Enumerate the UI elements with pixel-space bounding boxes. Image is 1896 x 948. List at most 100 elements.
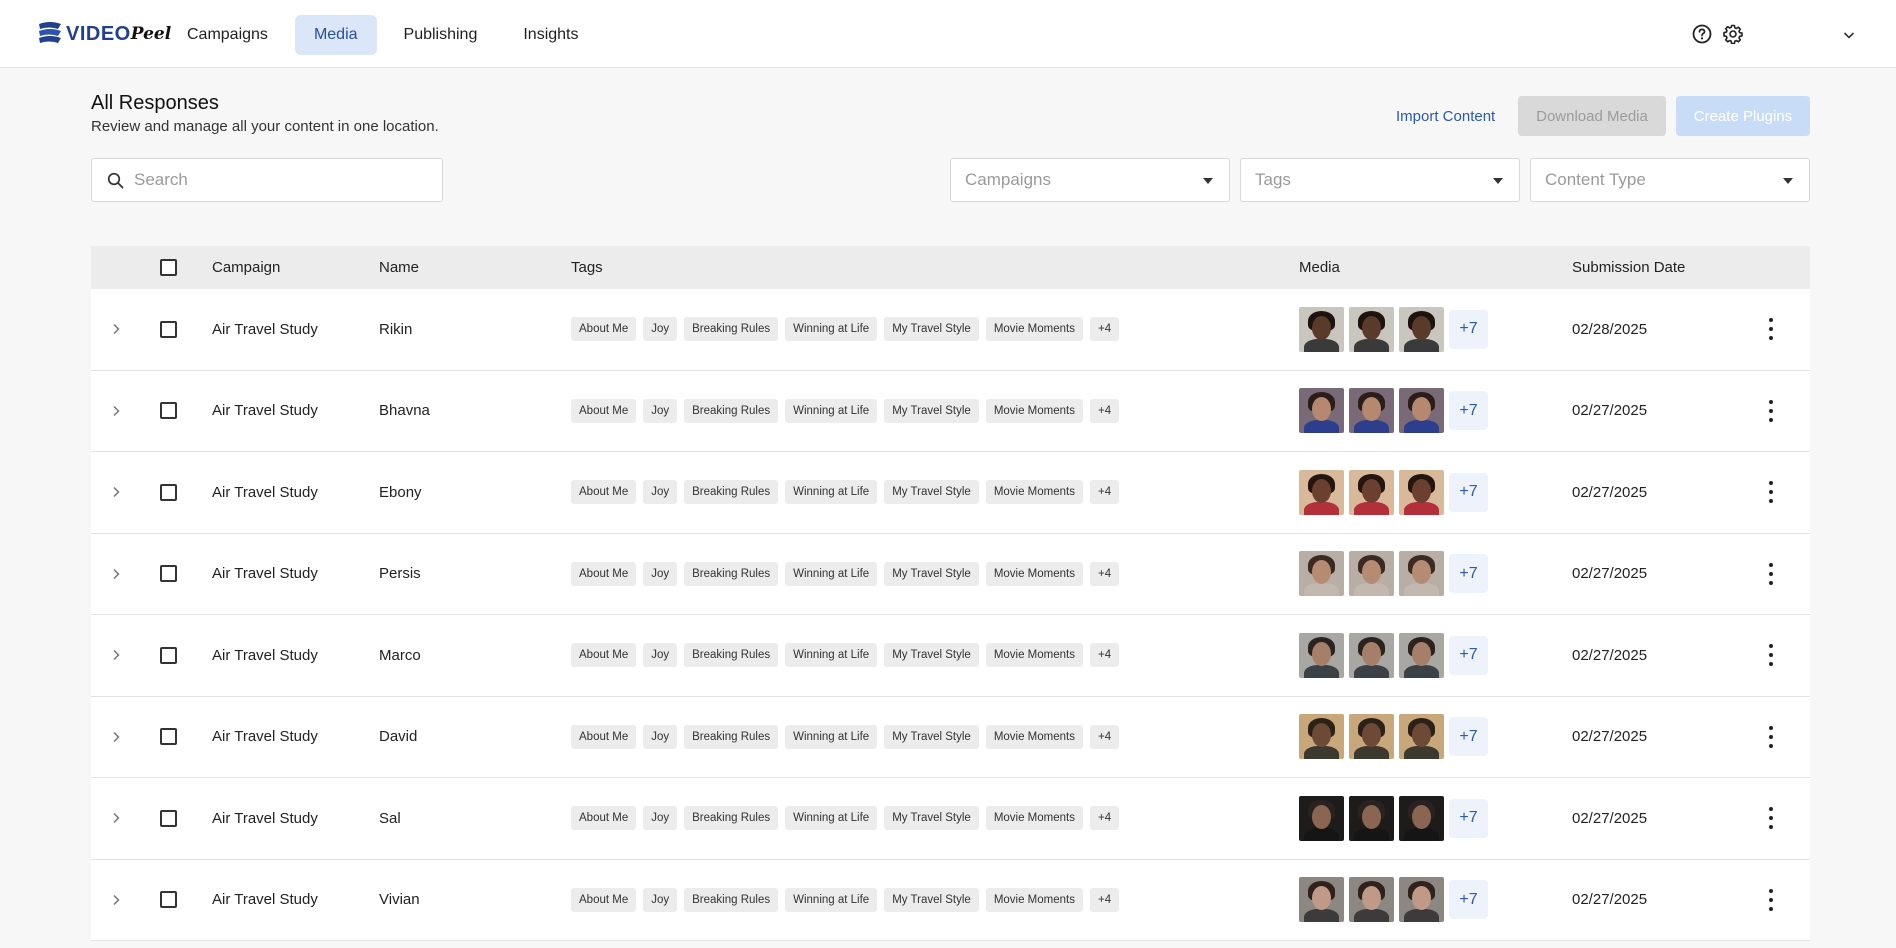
tag-chip[interactable]: About Me (571, 887, 637, 912)
row-select-checkbox[interactable] (160, 402, 177, 420)
more-media-button[interactable]: +7 (1449, 554, 1488, 594)
media-thumbnail[interactable] (1399, 469, 1444, 515)
tag-chip[interactable]: Movie Moments (985, 480, 1083, 505)
tag-chip[interactable]: My Travel Style (884, 887, 979, 912)
download-media-button[interactable]: Download Media (1518, 96, 1666, 136)
media-thumbnail[interactable] (1349, 551, 1394, 597)
tag-chip[interactable]: My Travel Style (884, 398, 979, 423)
tag-chip[interactable]: Winning at Life (785, 317, 878, 342)
nav-tab-campaigns[interactable]: Campaigns (168, 15, 287, 55)
tag-chip[interactable]: Winning at Life (785, 887, 878, 912)
media-thumbnail[interactable] (1349, 306, 1394, 352)
media-thumbnail[interactable] (1349, 388, 1394, 434)
tag-chip[interactable]: Winning at Life (785, 806, 878, 831)
table-row[interactable]: Air Travel Study Marco About Me Joy Breaking… (91, 615, 1810, 697)
tag-chip[interactable]: Breaking Rules (684, 480, 779, 505)
media-thumbnail[interactable] (1299, 714, 1344, 760)
column-header-tags[interactable]: Tags (571, 259, 603, 276)
tag-chip[interactable]: About Me (571, 561, 637, 586)
tag-chip[interactable]: About Me (571, 643, 637, 668)
media-thumbnail[interactable] (1399, 632, 1444, 678)
media-thumbnail[interactable] (1299, 632, 1344, 678)
media-thumbnail[interactable] (1349, 714, 1394, 760)
media-thumbnail[interactable] (1399, 551, 1444, 597)
row-select-checkbox[interactable] (160, 646, 177, 664)
tag-chip[interactable]: Joy (643, 480, 678, 505)
row-actions-kebab-icon[interactable] (1767, 318, 1775, 341)
media-thumbnail[interactable] (1299, 877, 1344, 923)
tag-chip[interactable]: Breaking Rules (684, 806, 779, 831)
nav-tab-media[interactable]: Media (294, 15, 377, 55)
account-chevron-down-icon[interactable] (1842, 28, 1856, 42)
videopeel-logo[interactable]: VIDEO Peel (38, 20, 171, 48)
expand-row-chevron-icon[interactable] (109, 322, 123, 336)
tags-filter-select[interactable]: Tags (1240, 158, 1520, 202)
select-all-checkbox[interactable] (160, 259, 177, 276)
row-select-checkbox[interactable] (160, 320, 177, 338)
row-actions-kebab-icon[interactable] (1767, 888, 1775, 911)
row-actions-kebab-icon[interactable] (1767, 725, 1775, 748)
expand-row-chevron-icon[interactable] (109, 567, 123, 581)
tag-chip[interactable]: About Me (571, 398, 637, 423)
media-thumbnail[interactable] (1299, 795, 1344, 841)
more-media-button[interactable]: +7 (1449, 635, 1488, 675)
tag-chip[interactable]: Breaking Rules (684, 643, 779, 668)
tag-chip[interactable]: Breaking Rules (684, 724, 779, 749)
row-select-checkbox[interactable] (160, 483, 177, 501)
tag-chip[interactable]: Joy (643, 398, 678, 423)
expand-row-chevron-icon[interactable] (109, 893, 123, 907)
table-row[interactable]: Air Travel Study David About Me Joy Breaking… (91, 696, 1810, 778)
tag-chip[interactable]: Joy (643, 887, 678, 912)
tag-chip[interactable]: About Me (571, 806, 637, 831)
tag-chip[interactable]: Joy (643, 806, 678, 831)
tag-chip[interactable]: My Travel Style (884, 561, 979, 586)
row-actions-kebab-icon[interactable] (1767, 807, 1775, 830)
expand-row-chevron-icon[interactable] (109, 485, 123, 499)
expand-row-chevron-icon[interactable] (109, 404, 123, 418)
tag-chip[interactable]: Winning at Life (785, 480, 878, 505)
row-actions-kebab-icon[interactable] (1767, 481, 1775, 504)
tag-chip[interactable]: Movie Moments (985, 561, 1083, 586)
tag-chip[interactable]: Breaking Rules (684, 561, 779, 586)
media-thumbnail[interactable] (1399, 714, 1444, 760)
media-thumbnail[interactable] (1349, 877, 1394, 923)
more-tags-chip[interactable]: +4 (1089, 398, 1120, 423)
media-thumbnail[interactable] (1399, 388, 1444, 434)
more-tags-chip[interactable]: +4 (1089, 887, 1120, 912)
more-tags-chip[interactable]: +4 (1089, 480, 1120, 505)
tag-chip[interactable]: Joy (643, 724, 678, 749)
column-header-media[interactable]: Media (1299, 259, 1340, 276)
tag-chip[interactable]: Movie Moments (985, 724, 1083, 749)
tag-chip[interactable]: Winning at Life (785, 398, 878, 423)
row-actions-kebab-icon[interactable] (1767, 562, 1775, 585)
media-thumbnail[interactable] (1299, 551, 1344, 597)
tag-chip[interactable]: My Travel Style (884, 724, 979, 749)
tag-chip[interactable]: Movie Moments (985, 643, 1083, 668)
table-row[interactable]: Air Travel Study Rikin About Me Joy Breaking… (91, 289, 1810, 371)
media-thumbnail[interactable] (1399, 877, 1444, 923)
more-media-button[interactable]: +7 (1449, 309, 1488, 349)
expand-row-chevron-icon[interactable] (109, 730, 123, 744)
media-thumbnail[interactable] (1299, 306, 1344, 352)
tag-chip[interactable]: Joy (643, 317, 678, 342)
media-thumbnail[interactable] (1399, 306, 1444, 352)
more-tags-chip[interactable]: +4 (1089, 643, 1120, 668)
tag-chip[interactable]: My Travel Style (884, 806, 979, 831)
tag-chip[interactable]: My Travel Style (884, 317, 979, 342)
table-row[interactable]: Air Travel Study Bhavna About Me Joy Breakin… (91, 370, 1810, 452)
search-input[interactable] (134, 170, 424, 190)
more-media-button[interactable]: +7 (1449, 472, 1488, 512)
tag-chip[interactable]: Joy (643, 643, 678, 668)
tag-chip[interactable]: Winning at Life (785, 561, 878, 586)
media-thumbnail[interactable] (1299, 469, 1344, 515)
media-thumbnail[interactable] (1349, 795, 1394, 841)
table-row[interactable]: Air Travel Study Ebony About Me Joy Breaking… (91, 452, 1810, 534)
media-thumbnail[interactable] (1399, 795, 1444, 841)
tag-chip[interactable]: About Me (571, 480, 637, 505)
tag-chip[interactable]: About Me (571, 724, 637, 749)
column-header-submission-date[interactable]: Submission Date (1572, 259, 1685, 276)
more-tags-chip[interactable]: +4 (1089, 317, 1120, 342)
tag-chip[interactable]: Breaking Rules (684, 887, 779, 912)
media-thumbnail[interactable] (1349, 469, 1394, 515)
tag-chip[interactable]: Breaking Rules (684, 398, 779, 423)
